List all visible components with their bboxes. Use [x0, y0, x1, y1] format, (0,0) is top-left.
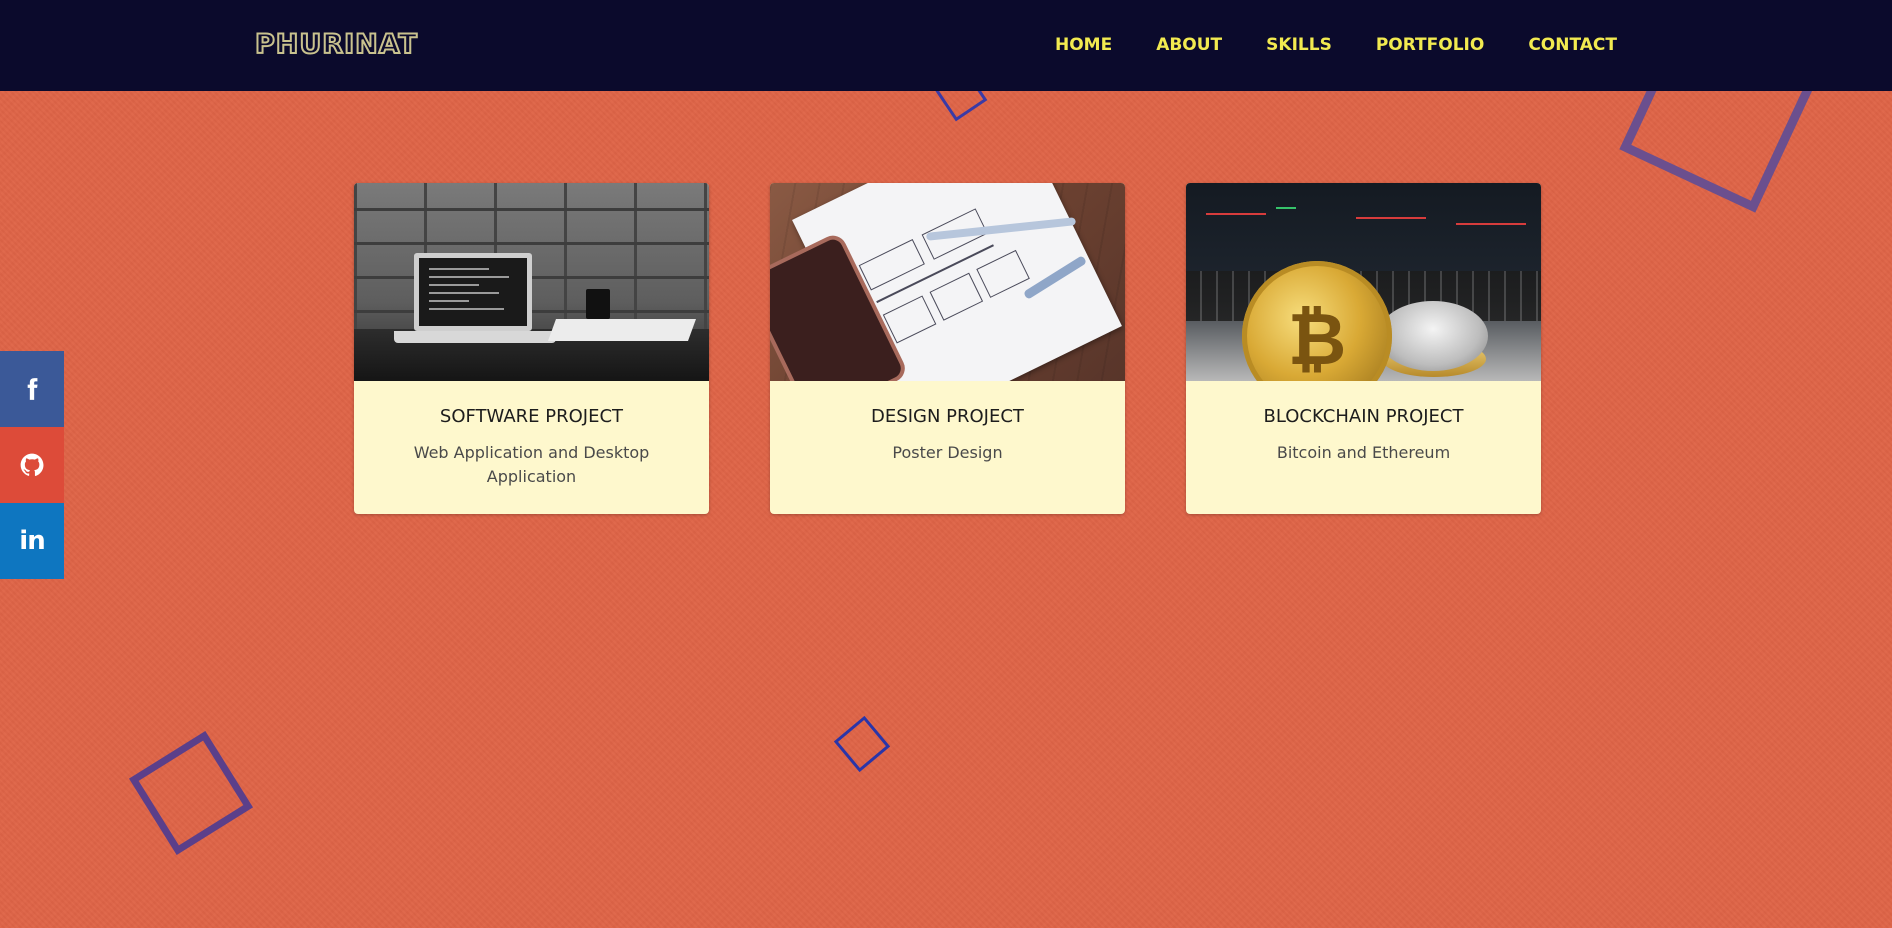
nav-item-skills: SKILLS: [1266, 30, 1332, 60]
image-paper: [547, 319, 697, 341]
project-image-blockchain: ₿: [1186, 183, 1541, 381]
image-chart-line: [1356, 217, 1426, 219]
image-silver-coin: [1378, 301, 1488, 371]
project-description: Poster Design: [892, 443, 1003, 462]
card-body: DESIGN PROJECT Poster Design: [770, 381, 1125, 465]
portfolio-grid: SOFTWARE PROJECT Web Application and Des…: [354, 183, 1541, 514]
nav-link-portfolio[interactable]: PORTFOLIO: [1376, 35, 1485, 55]
nav-menu: HOME ABOUT SKILLS PORTFOLIO CONTACT: [1055, 30, 1617, 60]
social-sidebar: in: [0, 351, 64, 579]
brand-logo[interactable]: PHURINAT: [254, 28, 418, 62]
nav-item-contact: CONTACT: [1528, 30, 1617, 60]
card-body: SOFTWARE PROJECT Web Application and Des…: [354, 381, 709, 489]
facebook-button[interactable]: [0, 351, 64, 427]
github-button[interactable]: [0, 427, 64, 503]
navbar: PHURINAT HOME ABOUT SKILLS PORTFOLIO CON…: [0, 0, 1892, 91]
nav-item-portfolio: PORTFOLIO: [1376, 30, 1485, 60]
image-laptop-base: [394, 331, 556, 343]
nav-item-home: HOME: [1055, 30, 1112, 60]
project-title: SOFTWARE PROJECT: [439, 406, 624, 427]
image-chart-line: [1276, 207, 1296, 209]
nav-link-about[interactable]: ABOUT: [1156, 35, 1222, 55]
project-description: Bitcoin and Ethereum: [1276, 443, 1451, 462]
github-icon: [20, 453, 44, 476]
decorative-square: [833, 715, 891, 773]
nav-link-contact[interactable]: CONTACT: [1528, 35, 1617, 55]
project-image-design: [770, 183, 1125, 381]
image-mug: [586, 289, 610, 319]
linkedin-icon: in: [19, 526, 45, 556]
nav-link-home[interactable]: HOME: [1055, 35, 1112, 55]
nav-link-skills[interactable]: SKILLS: [1266, 35, 1332, 55]
image-chart-line: [1456, 223, 1526, 225]
project-card-design[interactable]: DESIGN PROJECT Poster Design: [770, 183, 1125, 514]
project-title: DESIGN PROJECT: [871, 406, 1024, 427]
decorative-square: [128, 730, 254, 856]
project-title: BLOCKCHAIN PROJECT: [1263, 406, 1464, 427]
project-card-software[interactable]: SOFTWARE PROJECT Web Application and Des…: [354, 183, 709, 514]
facebook-icon: [27, 378, 38, 400]
nav-item-about: ABOUT: [1156, 30, 1222, 60]
card-body: BLOCKCHAIN PROJECT Bitcoin and Ethereum: [1186, 381, 1541, 465]
project-description: Web Application and Desktop Application: [413, 443, 650, 486]
project-image-software: [354, 183, 709, 381]
image-chart-line: [1206, 213, 1266, 215]
linkedin-button[interactable]: in: [0, 503, 64, 579]
image-laptop-screen: [414, 253, 532, 331]
project-card-blockchain[interactable]: ₿ BLOCKCHAIN PROJECT Bitcoin and Ethereu…: [1186, 183, 1541, 514]
